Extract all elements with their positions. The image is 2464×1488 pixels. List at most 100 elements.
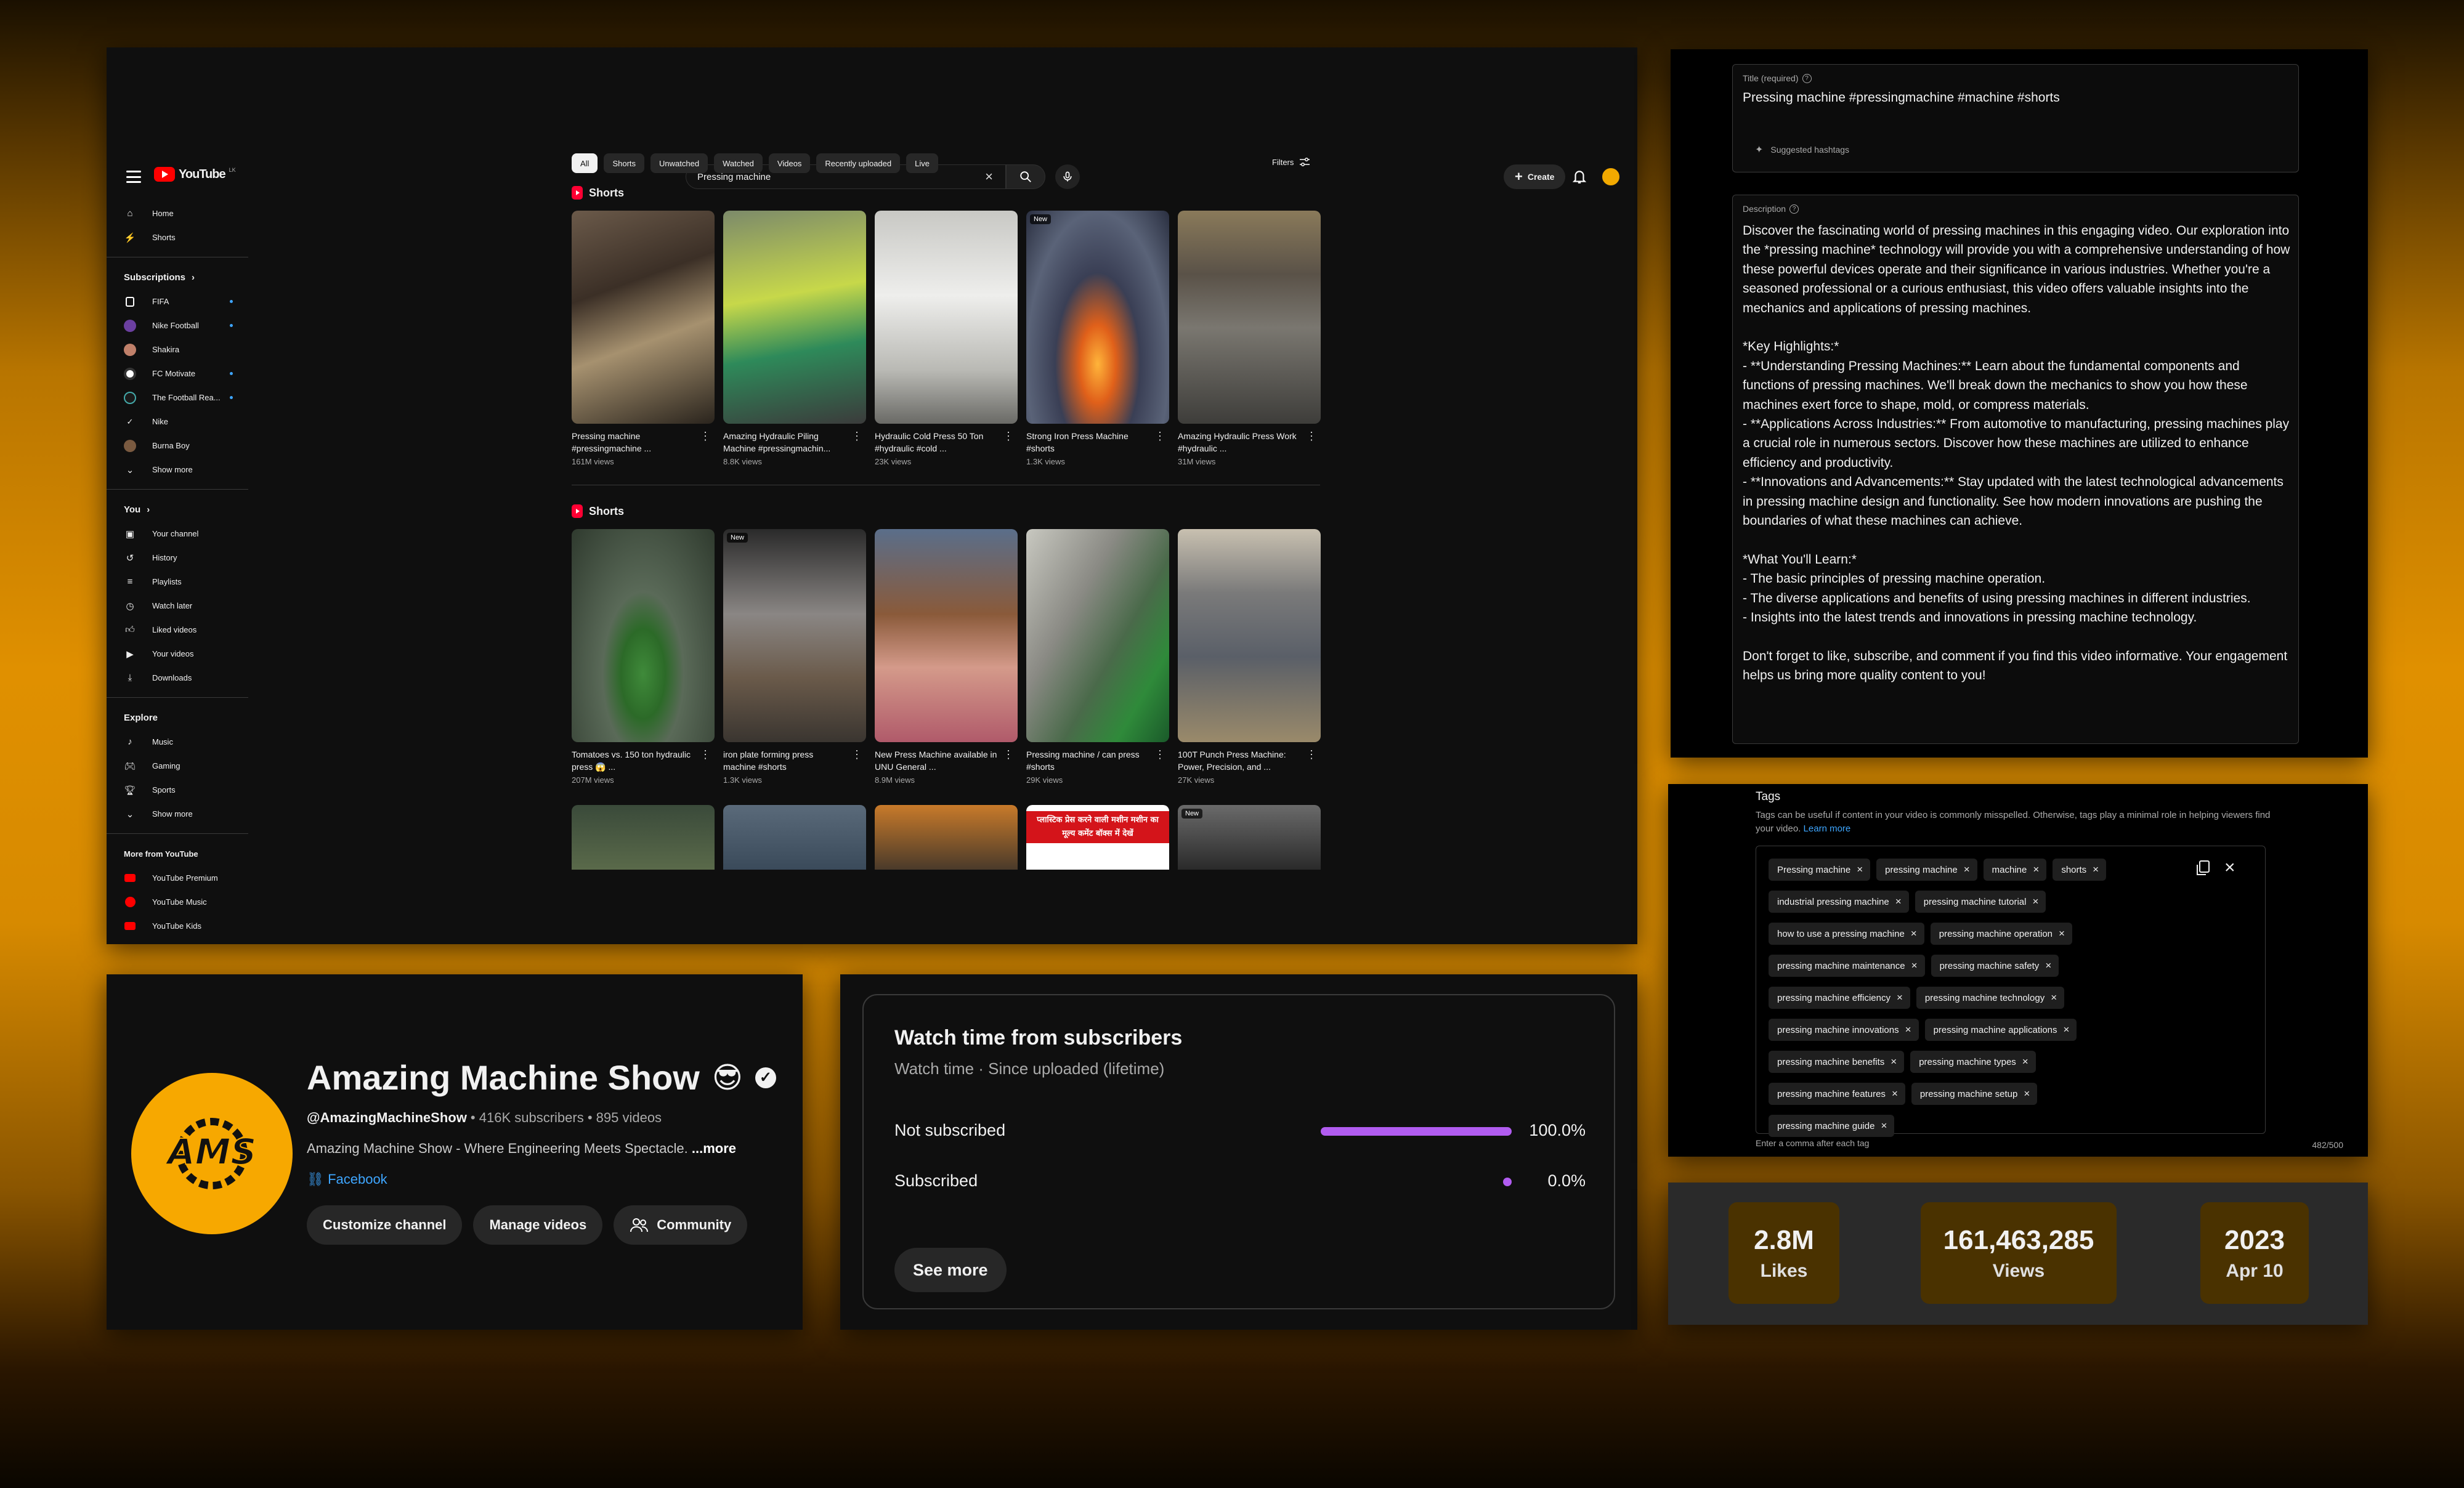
short-item[interactable]: New Strong Iron Press Machine #shorts 1.…: [1026, 211, 1169, 466]
more-options-icon[interactable]: ⋮: [1306, 748, 1317, 761]
short-item[interactable]: 100T Punch Press Machine: Power, Precisi…: [1178, 529, 1321, 785]
subscriptions-heading[interactable]: Subscriptions ›: [107, 265, 248, 289]
more-link[interactable]: ...more: [692, 1141, 736, 1156]
community-button[interactable]: Community: [614, 1205, 748, 1245]
sidebar-item-sports[interactable]: 🏆︎ Sports: [107, 778, 248, 802]
tag-chip[interactable]: pressing machine innovations ×: [1769, 1019, 1919, 1041]
sidebar-item-playlists[interactable]: ≡ Playlists: [107, 570, 248, 594]
show-more-subscriptions[interactable]: ⌄ Show more: [107, 458, 248, 482]
sidebar-item-home[interactable]: ⌂ Home: [107, 201, 248, 225]
short-thumbnail[interactable]: [875, 529, 1018, 742]
notifications-button[interactable]: [1571, 168, 1587, 188]
more-options-icon[interactable]: ⋮: [700, 430, 711, 443]
tag-chip[interactable]: industrial pressing machine ×: [1769, 891, 1909, 913]
remove-tag-icon[interactable]: ×: [1895, 896, 1902, 908]
manage-videos-button[interactable]: Manage videos: [473, 1205, 603, 1245]
more-options-icon[interactable]: ⋮: [1003, 430, 1014, 443]
remove-tag-icon[interactable]: ×: [2022, 1056, 2028, 1068]
more-options-icon[interactable]: ⋮: [1306, 430, 1317, 443]
tag-chip[interactable]: pressing machine efficiency ×: [1769, 987, 1910, 1009]
short-title[interactable]: Pressing machine / can press #shorts: [1026, 748, 1149, 773]
remove-tag-icon[interactable]: ×: [1911, 960, 1918, 972]
help-icon[interactable]: ?: [1802, 73, 1812, 83]
short-thumbnail[interactable]: New: [723, 529, 866, 742]
short-thumbnail[interactable]: [723, 211, 866, 424]
tag-chip[interactable]: machine ×: [1983, 859, 2047, 881]
menu-icon[interactable]: [126, 171, 141, 183]
short-thumbnail[interactable]: New: [1026, 211, 1169, 424]
create-button[interactable]: + Create: [1504, 164, 1566, 189]
subscription-item[interactable]: Shakira: [107, 338, 248, 362]
short-title[interactable]: Hydraulic Cold Press 50 Ton #hydraulic #…: [875, 430, 998, 455]
short-item[interactable]: New iron plate forming press machine #sh…: [723, 529, 866, 785]
short-item[interactable]: [572, 805, 715, 870]
subscription-item[interactable]: FC Motivate: [107, 362, 248, 386]
you-heading[interactable]: You ›: [107, 497, 248, 522]
sidebar-item-youtube-music[interactable]: YouTube Music: [107, 890, 248, 914]
channel-avatar[interactable]: AMS: [131, 1073, 293, 1234]
short-title[interactable]: Tomatoes vs. 150 ton hydraulic press 😱 .…: [572, 748, 695, 773]
chip-videos[interactable]: Videos: [768, 153, 811, 173]
sidebar-item-your-channel[interactable]: ▣ Your channel: [107, 522, 248, 546]
short-thumbnail[interactable]: New: [1178, 805, 1321, 870]
remove-tag-icon[interactable]: ×: [2093, 863, 2099, 876]
sidebar-item-watch-later[interactable]: ◷ Watch later: [107, 594, 248, 618]
tag-chip[interactable]: how to use a pressing machine ×: [1769, 923, 1924, 945]
remove-tag-icon[interactable]: ×: [2045, 960, 2051, 972]
subscription-item[interactable]: ✓ Nike: [107, 410, 248, 434]
remove-tag-icon[interactable]: ×: [2051, 992, 2057, 1004]
short-item[interactable]: Tomatoes vs. 150 ton hydraulic press 😱 .…: [572, 529, 715, 785]
tag-chip[interactable]: pressing machine maintenance ×: [1769, 955, 1925, 977]
voice-search-button[interactable]: [1055, 164, 1080, 189]
tag-chip[interactable]: shorts ×: [2053, 859, 2107, 881]
sidebar-item-gaming[interactable]: 🎮︎ Gaming: [107, 754, 248, 778]
remove-tag-icon[interactable]: ×: [2032, 896, 2038, 908]
short-thumbnail[interactable]: प्लास्टिक प्रेस करने वाली मशीन मशीन का म…: [1026, 805, 1169, 870]
tag-chip[interactable]: pressing machine setup ×: [1911, 1083, 2038, 1105]
short-item[interactable]: [723, 805, 866, 870]
title-field[interactable]: Title (required)? Pressing machine #pres…: [1732, 64, 2299, 172]
tags-input-box[interactable]: Pressing machine × pressing machine × machin…: [1756, 846, 2266, 1137]
youtube-logo[interactable]: YouTube LK: [154, 167, 236, 182]
account-avatar[interactable]: [1601, 167, 1621, 187]
chip-all[interactable]: All: [572, 153, 598, 173]
remove-tag-icon[interactable]: ×: [2033, 863, 2039, 876]
tag-chip[interactable]: pressing machine guide ×: [1769, 1115, 1895, 1137]
short-item[interactable]: Amazing Hydraulic Press Work #hydraulic …: [1178, 211, 1321, 466]
short-title[interactable]: 100T Punch Press Machine: Power, Precisi…: [1178, 748, 1301, 773]
short-title[interactable]: Amazing Hydraulic Piling Machine #pressi…: [723, 430, 846, 455]
chip-watched[interactable]: Watched: [714, 153, 763, 173]
suggested-hashtags[interactable]: ✦ Suggested hashtags: [1755, 144, 1849, 156]
short-item[interactable]: [875, 805, 1018, 870]
remove-tag-icon[interactable]: ×: [1911, 928, 1917, 940]
short-item[interactable]: New Press Machine available in UNU Gener…: [875, 529, 1018, 785]
tag-chip[interactable]: pressing machine tutorial ×: [1915, 891, 2046, 913]
more-options-icon[interactable]: ⋮: [851, 430, 862, 443]
sidebar-item-downloads[interactable]: ⤓ Downloads: [107, 666, 248, 690]
short-thumbnail[interactable]: [875, 805, 1018, 870]
learn-more-link[interactable]: Learn more: [1804, 823, 1851, 834]
short-item[interactable]: Pressing machine #pressingmachine ... 16…: [572, 211, 715, 466]
remove-tag-icon[interactable]: ×: [1881, 1120, 1887, 1132]
remove-tag-icon[interactable]: ×: [2024, 1088, 2030, 1100]
filters-button[interactable]: Filters: [1272, 157, 1311, 167]
sidebar-item-music[interactable]: ♪ Music: [107, 730, 248, 754]
tag-chip[interactable]: Pressing machine ×: [1769, 859, 1871, 881]
tag-chip[interactable]: pressing machine safety ×: [1931, 955, 2059, 977]
remove-tag-icon[interactable]: ×: [2059, 928, 2065, 940]
short-thumbnail[interactable]: [1178, 211, 1321, 424]
subscription-item[interactable]: The Football Rea...: [107, 386, 248, 410]
tag-chip[interactable]: pressing machine technology ×: [1916, 987, 2065, 1009]
remove-tag-icon[interactable]: ×: [1857, 863, 1863, 876]
subscription-item[interactable]: Burna Boy: [107, 434, 248, 458]
description-field[interactable]: Description? Discover the fascinating wo…: [1732, 195, 2299, 744]
show-more-explore[interactable]: ⌄ Show more: [107, 802, 248, 826]
short-thumbnail[interactable]: [1178, 529, 1321, 742]
subscription-item[interactable]: FIFA: [107, 289, 248, 313]
remove-tag-icon[interactable]: ×: [2064, 1024, 2070, 1036]
remove-tag-icon[interactable]: ×: [1897, 992, 1903, 1004]
short-item[interactable]: Hydraulic Cold Press 50 Ton #hydraulic #…: [875, 211, 1018, 466]
sidebar-item-your-videos[interactable]: ▶ Your videos: [107, 642, 248, 666]
short-item[interactable]: New: [1178, 805, 1321, 870]
sidebar-item-youtube-premium[interactable]: YouTube Premium: [107, 866, 248, 890]
